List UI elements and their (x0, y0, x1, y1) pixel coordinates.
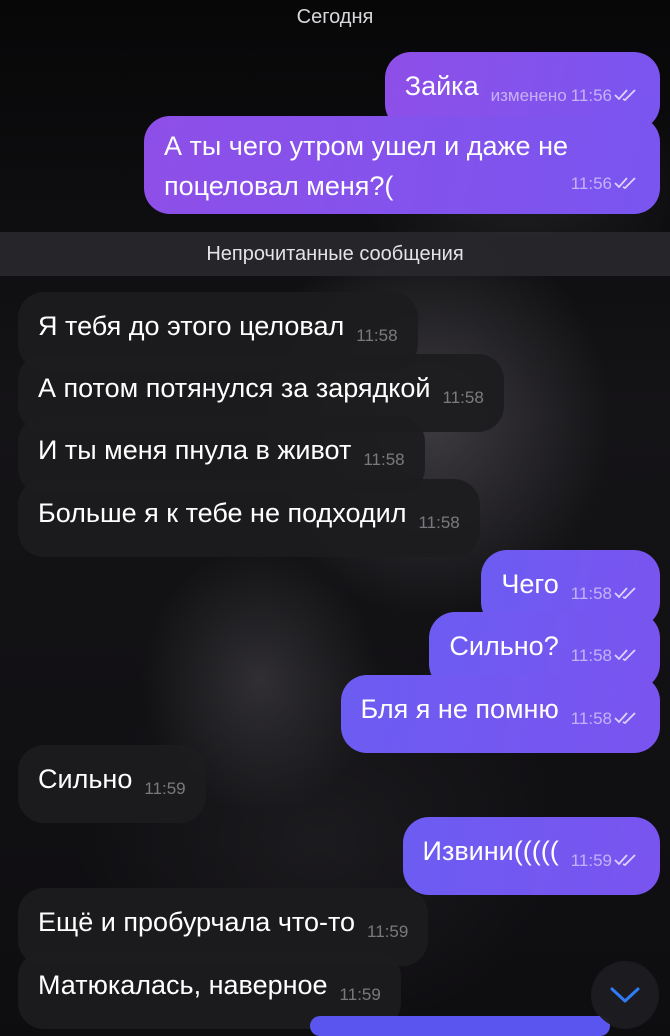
message-text: А потом потянулся за зарядкой (38, 373, 431, 403)
message-text: Извини((((( (422, 836, 559, 866)
chevron-down-icon (610, 987, 640, 1003)
scroll-to-bottom-button[interactable] (592, 962, 658, 1028)
message-time: 11:58 (363, 450, 405, 469)
message-text: Зайка (404, 71, 479, 101)
double-check-icon (614, 854, 636, 867)
double-check-icon (614, 89, 636, 102)
unread-separator: Непрочитанные сообщения (0, 232, 670, 276)
message-meta: 11:56 (571, 164, 640, 204)
message-time: 11:58 (570, 646, 612, 665)
message-meta: 11:58 (571, 636, 640, 676)
double-check-icon (614, 177, 636, 190)
message-meta: 11:58 (571, 574, 640, 614)
message-time: 11:59 (367, 922, 409, 941)
message-time: 11:56 (570, 86, 612, 105)
outgoing-message[interactable]: Бля я не помню 11:58 (340, 675, 660, 753)
outgoing-message[interactable]: А ты чего утром ушел и даже не поцеловал… (144, 116, 660, 214)
message-text: И ты меня пнула в живот (38, 435, 352, 465)
message-time: 11:59 (339, 985, 381, 1004)
message-time: 11:59 (570, 851, 612, 870)
double-check-icon (614, 587, 636, 600)
message-meta: 11:59 (571, 841, 640, 881)
message-time: 11:59 (144, 779, 186, 798)
chat-history[interactable]: Сегодня Зайка изменено 11:56 А ты чего утр… (0, 0, 670, 1036)
message-time: 11:58 (442, 388, 484, 407)
outgoing-message[interactable]: Извини((((( 11:59 (402, 817, 660, 895)
double-check-icon (614, 649, 636, 662)
incoming-message[interactable]: Сильно 11:59 (18, 745, 206, 823)
message-text: Я тебя до этого целовал (38, 311, 345, 341)
message-text: Ещё и пробурчала что-то (38, 907, 356, 937)
message-text: Бля я не помню (360, 694, 559, 724)
message-text: А ты чего утром ушел и даже не поцеловал… (164, 131, 568, 201)
message-time: 11:58 (418, 513, 460, 532)
message-time: 11:56 (570, 174, 612, 193)
outgoing-message-partial[interactable] (310, 1016, 610, 1036)
message-time: 11:58 (356, 326, 398, 345)
message-meta: изменено 11:56 (491, 76, 640, 116)
message-time: 11:58 (570, 584, 612, 603)
message-text: Сильно? (449, 631, 559, 661)
message-text: Матюкалась, наверное (38, 970, 328, 1000)
message-text: Чего (501, 569, 559, 599)
double-check-icon (614, 712, 636, 725)
message-text: Сильно (38, 764, 133, 794)
message-meta: 11:58 (571, 699, 640, 739)
message-time: 11:58 (570, 709, 612, 728)
message-text: Больше я к тебе не подходил (38, 498, 407, 528)
date-header: Сегодня (296, 6, 374, 28)
edited-label: изменено (490, 86, 567, 105)
incoming-message[interactable]: Больше я к тебе не подходил 11:58 (18, 479, 480, 557)
